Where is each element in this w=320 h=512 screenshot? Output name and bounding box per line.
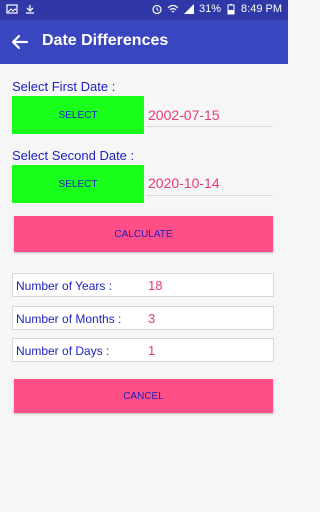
page-title: Date Differences (42, 32, 169, 49)
cancel-button[interactable]: CANCEL (14, 379, 273, 413)
days-result-row: Number of Days : 1 (12, 338, 274, 362)
status-bar: 31% 8:49 PM (0, 0, 288, 20)
alarm-icon (152, 4, 162, 15)
second-date-label: Select Second Date : (12, 148, 135, 163)
battery-icon (227, 4, 235, 15)
select-second-date-button[interactable]: SELECT (12, 165, 144, 203)
signal-icon (184, 4, 194, 14)
months-label: Number of Months : (16, 312, 122, 326)
status-time: 8:49 PM (241, 3, 282, 15)
first-date-value: 2002-07-15 (148, 107, 220, 123)
first-date-label: Select First Date : (12, 79, 116, 94)
first-date-underline (146, 126, 273, 127)
calculate-button[interactable]: CALCULATE (14, 216, 273, 252)
months-value: 3 (148, 311, 156, 326)
years-label: Number of Years : (16, 279, 113, 293)
app-bar: Date Differences (0, 20, 288, 64)
second-date-underline (146, 195, 273, 196)
download-icon (26, 5, 34, 14)
select-first-date-button[interactable]: SELECT (12, 96, 144, 134)
days-label: Number of Days : (16, 344, 110, 358)
years-value: 18 (148, 278, 163, 293)
second-date-value: 2020-10-14 (148, 175, 220, 191)
image-icon (6, 4, 18, 14)
back-arrow-icon[interactable] (10, 32, 30, 52)
months-result-row: Number of Months : 3 (12, 306, 274, 330)
battery-percent: 31% (199, 3, 222, 15)
wifi-icon (167, 4, 179, 13)
days-value: 1 (148, 343, 156, 358)
years-result-row: Number of Years : 18 (12, 273, 274, 297)
